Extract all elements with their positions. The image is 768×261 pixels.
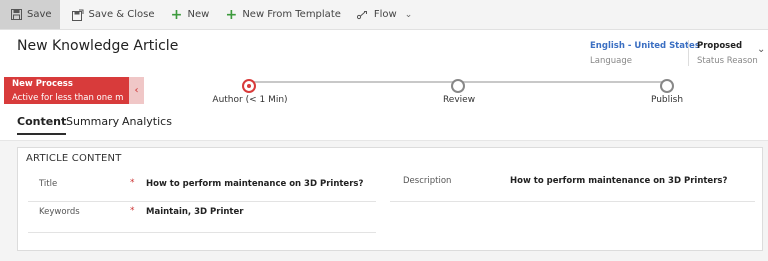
stage-author-label[interactable]: Author (< 1 Min) (212, 95, 287, 105)
new-from-template-label: New From Template (242, 9, 341, 20)
save-and-close-button[interactable]: Save & Close (66, 0, 161, 29)
chevron-left-icon[interactable]: ‹ (129, 77, 144, 104)
process-name: New Process (12, 79, 73, 89)
title-field[interactable]: How to perform maintenance on 3D Printer… (146, 179, 363, 189)
stage-review-label[interactable]: Review (443, 95, 475, 105)
keywords-field-underline (28, 232, 376, 233)
tab-analytics[interactable]: Analytics (122, 115, 172, 128)
language-label: Language (590, 56, 632, 66)
process-track: Author (< 1 Min) Review Publish (212, 79, 683, 105)
keywords-label: Keywords (39, 207, 80, 217)
page-title: New Knowledge Article (17, 38, 179, 54)
language-field[interactable]: English - United States Language (590, 41, 700, 66)
chevron-down-icon[interactable]: ⌄ (405, 10, 413, 20)
flow-icon (356, 9, 369, 21)
save-close-icon (71, 9, 84, 21)
article-content-section: ARTICLE CONTENT Title * How to perform m… (17, 147, 763, 251)
stage-author-node[interactable] (242, 79, 256, 93)
save-label: Save (27, 9, 52, 20)
stage-publish-label[interactable]: Publish (651, 95, 683, 105)
new-label: New (187, 9, 210, 20)
new-button[interactable]: + New (165, 0, 216, 29)
flow-label: Flow (373, 9, 397, 20)
stage-review-node[interactable] (451, 79, 465, 93)
title-required-marker: * (130, 178, 135, 188)
title-field-underline (28, 201, 376, 202)
status-reason-field: Proposed Status Reason (697, 41, 758, 66)
form-tabs: Content Summary Analytics (0, 105, 768, 141)
command-bar: Save Save & Close + New + New From Templ… (0, 0, 768, 30)
keywords-field[interactable]: Maintain, 3D Printer (146, 207, 243, 217)
plus-icon: + (170, 6, 183, 23)
new-from-template-button[interactable]: + New From Template (219, 0, 347, 29)
description-field-underline (390, 201, 755, 202)
save-icon (10, 9, 22, 21)
tab-content[interactable]: Content (17, 115, 67, 135)
description-label: Description (403, 176, 452, 186)
process-flyout[interactable]: New Process Active for less than one mi.… (4, 77, 129, 104)
flow-button[interactable]: Flow ⌄ (351, 0, 418, 29)
plus-icon: + (225, 6, 238, 23)
save-button[interactable]: Save (0, 0, 60, 29)
tab-summary[interactable]: Summary (66, 115, 119, 128)
keywords-required-marker: * (130, 206, 135, 216)
description-field[interactable]: How to perform maintenance on 3D Printer… (510, 176, 727, 186)
header-divider (688, 40, 689, 66)
process-duration: Active for less than one mi... (12, 93, 124, 103)
status-reason-value: Proposed (697, 41, 743, 51)
business-process-bar: New Process Active for less than one mi.… (0, 76, 768, 105)
stage-publish-node[interactable] (660, 79, 674, 93)
section-title: ARTICLE CONTENT (26, 153, 122, 164)
record-header: New Knowledge Article English - United S… (0, 30, 768, 76)
save-and-close-label: Save & Close (88, 9, 155, 20)
language-value[interactable]: English - United States (590, 41, 700, 51)
expand-header-chevron-icon[interactable]: ⌄ (757, 44, 765, 55)
status-reason-label: Status Reason (697, 56, 758, 66)
title-label: Title (39, 179, 58, 189)
